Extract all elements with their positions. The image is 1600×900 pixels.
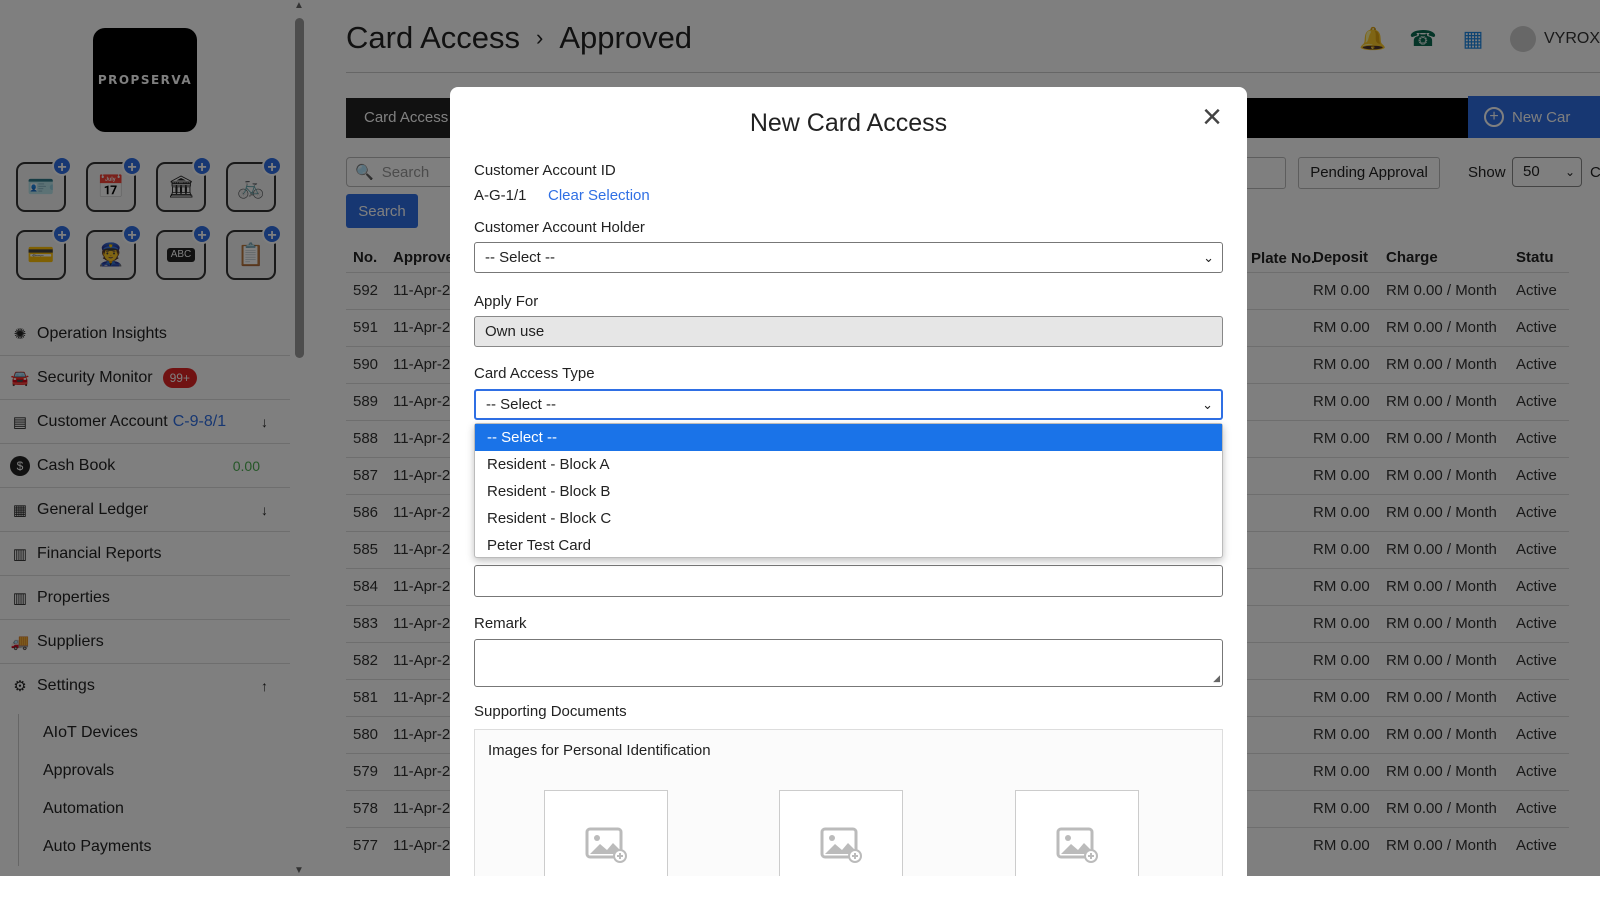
remark-textarea[interactable]: ◢ [474,639,1223,687]
new-card-access-modal: New Card Access × Customer Account ID A-… [450,87,1247,876]
card-type-selected-value: -- Select -- [486,396,557,413]
card-access-type-select[interactable]: -- Select -- ⌄ [474,389,1223,420]
card-type-dropdown-list: -- Select -- Resident - Block A Resident… [474,423,1223,558]
dropdown-option-select[interactable]: -- Select -- [475,424,1222,451]
image-upload-slot[interactable] [1015,790,1139,876]
images-label: Images for Personal Identification [488,742,711,759]
clear-selection-link[interactable]: Clear Selection [548,187,650,204]
resize-handle-icon[interactable]: ◢ [1213,673,1220,684]
account-holder-select[interactable]: -- Select -- ⌄ [474,242,1223,273]
apply-for-label: Apply For [474,293,539,310]
modal-title: New Card Access [749,109,948,137]
chevron-down-icon: ⌄ [1203,250,1214,265]
card-type-label: Card Access Type [474,365,595,382]
docs-label: Supporting Documents [474,703,627,720]
apply-for-field: Own use [474,316,1223,347]
account-id-value: A-G-1/1 [474,187,527,204]
image-placeholder-icon [1056,827,1098,863]
apply-for-value: Own use [485,323,545,340]
close-icon[interactable]: × [1197,100,1227,134]
image-upload-slot[interactable] [779,790,903,876]
dropdown-option-peter-test-card[interactable]: Peter Test Card [475,532,1222,559]
card-number-field[interactable] [474,565,1223,597]
account-id-label: Customer Account ID [474,162,616,179]
holder-label: Customer Account Holder [474,219,645,236]
bottom-strip [0,876,1600,900]
remark-label: Remark [474,615,527,632]
dropdown-option-block-c[interactable]: Resident - Block C [475,505,1222,532]
image-placeholder-icon [820,827,862,863]
dropdown-option-block-a[interactable]: Resident - Block A [475,451,1222,478]
supporting-documents-panel: Images for Personal Identification [474,729,1223,876]
image-placeholder-icon [585,827,627,863]
image-upload-slot[interactable] [544,790,668,876]
dropdown-option-block-b[interactable]: Resident - Block B [475,478,1222,505]
chevron-down-icon: ⌄ [1202,397,1213,412]
holder-selected-value: -- Select -- [485,249,556,266]
